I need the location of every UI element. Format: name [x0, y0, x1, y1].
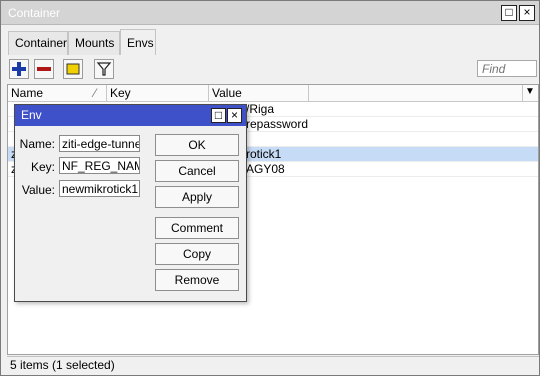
cancel-button[interactable]: Cancel [155, 160, 239, 182]
column-header-key[interactable]: Key [107, 85, 209, 102]
ok-button[interactable]: OK [155, 134, 239, 156]
tab-envs[interactable]: Envs [120, 29, 156, 55]
copy-button[interactable]: Copy [155, 243, 239, 265]
column-header-name[interactable]: Name ⁄ [8, 85, 107, 102]
add-button[interactable] [9, 59, 29, 79]
window-titlebar[interactable]: Container □ × [1, 1, 539, 25]
column-menu-icon[interactable]: ▼ [525, 86, 535, 97]
minus-icon [37, 67, 51, 71]
value-field[interactable]: newmikrotick1 [59, 180, 140, 197]
filter-button[interactable] [94, 59, 114, 79]
remove-button[interactable]: Remove [155, 269, 239, 291]
table-header: Name ⁄ Key Value ▼ [8, 85, 538, 102]
dialog-titlebar[interactable]: Env □ × [15, 105, 246, 126]
apply-button[interactable]: Apply [155, 186, 239, 208]
plus-icon [12, 62, 26, 76]
tab-mounts[interactable]: Mounts [68, 31, 120, 55]
env-dialog: Env □ × Name: ziti-edge-tunnel Key: NF_R… [14, 104, 247, 302]
window-title: Container [8, 6, 61, 20]
column-header-value[interactable]: Value [209, 85, 309, 102]
column-header-empty [309, 85, 523, 102]
key-label: Key: [30, 160, 55, 174]
dialog-maximize-button[interactable]: □ [211, 108, 226, 123]
key-field[interactable]: NF_REG_NAMI [59, 157, 140, 174]
status-bar: 5 items (1 selected) [7, 356, 539, 374]
tab-container[interactable]: Container [8, 31, 68, 55]
name-label: Name: [19, 137, 55, 151]
comment-button[interactable]: Comment [155, 217, 239, 239]
name-field[interactable]: ziti-edge-tunnel [59, 135, 140, 152]
maximize-button[interactable]: □ [501, 5, 517, 21]
remove-button[interactable] [34, 59, 54, 79]
sort-icon: ⁄ [94, 86, 97, 100]
toolbar [1, 55, 539, 83]
comment-icon [66, 63, 80, 75]
dialog-title: Env [21, 108, 42, 122]
value-label: Value: [21, 183, 55, 197]
comment-button[interactable] [63, 59, 83, 79]
dialog-close-button[interactable]: × [227, 108, 242, 123]
find-input[interactable] [477, 60, 537, 77]
filter-icon [96, 62, 112, 76]
container-window: Container □ × Container Mounts Envs Find… [0, 0, 540, 376]
close-button[interactable]: × [519, 5, 535, 21]
